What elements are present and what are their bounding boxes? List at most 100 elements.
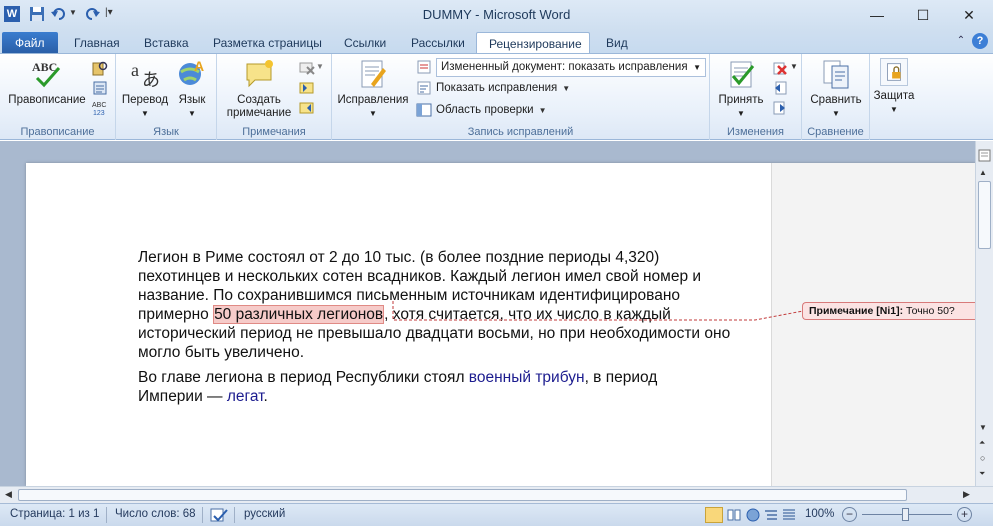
- horizontal-scroll-thumb[interactable]: [18, 489, 907, 501]
- p2-line-2-pre: Империи —: [138, 388, 227, 405]
- translate-label: Перевод: [121, 94, 169, 106]
- outline-view-icon[interactable]: [764, 508, 778, 522]
- vertical-scroll-thumb[interactable]: [978, 181, 991, 249]
- compare-icon: [823, 60, 849, 89]
- ruler-toggle-icon[interactable]: [978, 149, 991, 162]
- translate-icon: aあ: [131, 60, 160, 90]
- svg-text:ABC: ABC: [32, 60, 57, 74]
- minimize-button[interactable]: —: [854, 0, 900, 30]
- group-label-language: Язык: [153, 126, 179, 138]
- proofing-icon[interactable]: [210, 508, 228, 522]
- tab-page-layout[interactable]: Разметка страницы: [201, 32, 334, 53]
- web-layout-icon[interactable]: [746, 508, 760, 522]
- language-status[interactable]: русский: [244, 508, 285, 520]
- comment-label: Примечание [Ni1]:: [809, 305, 904, 317]
- print-layout-view-icon[interactable]: [705, 507, 723, 523]
- reject-icon[interactable]: [772, 60, 788, 76]
- tab-file[interactable]: Файл: [2, 32, 58, 53]
- group-spelling: ABC Правописание ABC 123 Правописание: [0, 54, 116, 140]
- previous-change-icon[interactable]: [772, 80, 788, 96]
- spelling-button[interactable]: ABC Правописание: [6, 58, 88, 107]
- language-label: Язык: [178, 94, 206, 106]
- language-button[interactable]: A Язык ▼: [170, 58, 214, 120]
- track-changes-label: Исправления: [337, 94, 409, 106]
- ribbon: ABC Правописание ABC 123 Правописание aあ …: [0, 53, 993, 140]
- reviewing-pane-label: Область проверки: [436, 104, 534, 116]
- display-for-review-row: Измененный документ: показать исправлени…: [416, 57, 706, 77]
- display-for-review-select[interactable]: Измененный документ: показать исправлени…: [436, 57, 706, 77]
- p2-line-1-pre: Во главе легиона в период Республики сто…: [138, 369, 469, 386]
- comment-balloon[interactable]: Примечание [Ni1]: Точно 50?: [802, 302, 975, 320]
- tab-home[interactable]: Главная: [62, 32, 132, 53]
- group-tracking: Исправления ▼ Измененный документ: показа…: [332, 54, 710, 140]
- delete-comment-icon[interactable]: [299, 60, 315, 76]
- next-change-icon[interactable]: [772, 100, 788, 116]
- scroll-up-icon[interactable]: ▲: [979, 168, 987, 177]
- group-label-spelling: Правописание: [20, 126, 95, 138]
- protect-dropdown-icon: ▼: [890, 105, 898, 114]
- next-comment-icon[interactable]: [299, 100, 315, 116]
- commented-text-highlight[interactable]: 50 различных легионов: [213, 305, 385, 324]
- legate-link[interactable]: легат: [227, 388, 264, 405]
- scroll-down-icon[interactable]: ▼: [979, 423, 987, 432]
- next-page-icon[interactable]: ⏷: [979, 469, 985, 479]
- draft-view-icon[interactable]: [782, 508, 796, 522]
- spelling-label: Правописание: [8, 94, 86, 106]
- zoom-out-icon[interactable]: −: [842, 507, 857, 522]
- svg-text:123: 123: [93, 110, 105, 116]
- group-protect: Защита ▼: [870, 54, 920, 140]
- close-button[interactable]: ✕: [946, 0, 992, 30]
- show-markup-button[interactable]: Показать исправления ▼: [416, 78, 570, 98]
- track-changes-button[interactable]: Исправления ▼: [336, 58, 410, 120]
- scroll-right-icon[interactable]: ▶: [963, 489, 970, 500]
- accept-dropdown-icon: ▼: [737, 109, 745, 118]
- thesaurus-icon[interactable]: [92, 80, 108, 96]
- status-divider: [234, 507, 235, 523]
- zoom-level[interactable]: 100%: [805, 508, 834, 520]
- previous-comment-icon[interactable]: [299, 80, 315, 96]
- tab-view[interactable]: Вид: [594, 32, 640, 53]
- group-label-compare: Сравнение: [807, 126, 864, 138]
- word-count-icon[interactable]: ABC123: [92, 100, 108, 116]
- reject-dropdown-icon[interactable]: ▼: [790, 62, 798, 71]
- compare-button[interactable]: Сравнить ▼: [806, 58, 866, 120]
- new-comment-icon: [246, 60, 273, 88]
- chevron-up-icon[interactable]: ⌃: [953, 33, 969, 49]
- maximize-button[interactable]: ☐: [900, 0, 946, 30]
- zoom-slider-thumb[interactable]: [902, 508, 909, 521]
- tab-review[interactable]: Рецензирование: [476, 32, 590, 53]
- p1-line-6: могло быть увеличено.: [138, 344, 305, 361]
- browse-object-icon[interactable]: ○: [980, 453, 985, 463]
- tab-insert[interactable]: Вставка: [132, 32, 201, 53]
- compare-label: Сравнить: [810, 94, 862, 106]
- document-body[interactable]: Легион в Риме состоял от 2 до 10 тыс. (в…: [138, 248, 788, 406]
- previous-page-icon[interactable]: ⏶: [979, 438, 985, 448]
- reviewing-pane-button[interactable]: Область проверки ▼: [416, 100, 547, 120]
- tab-mailings[interactable]: Рассылки: [399, 32, 477, 53]
- accept-button[interactable]: Принять ▼: [714, 58, 768, 120]
- military-tribune-link[interactable]: военный трибун: [469, 369, 585, 386]
- word-count[interactable]: Число слов: 68: [115, 508, 196, 520]
- group-label-comments: Примечания: [242, 126, 306, 138]
- p2-line-1-post: , в период: [584, 369, 658, 386]
- horizontal-scrollbar[interactable]: ◀ ▶: [0, 486, 993, 503]
- zoom-in-icon[interactable]: +: [957, 507, 972, 522]
- research-icon[interactable]: [92, 60, 108, 76]
- protect-button[interactable]: Защита ▼: [872, 58, 916, 116]
- help-icon[interactable]: ?: [972, 33, 988, 49]
- accept-label: Принять: [718, 94, 764, 106]
- vertical-scrollbar[interactable]: ▲ ▼ ⏶ ○ ⏷: [975, 141, 993, 486]
- p1-line-5: исторический период не превышало двадцат…: [138, 325, 731, 342]
- new-comment-button[interactable]: Создать примечание: [221, 58, 297, 120]
- delete-comment-dropdown-icon[interactable]: ▼: [316, 62, 324, 71]
- tab-references[interactable]: Ссылки: [332, 32, 398, 53]
- full-screen-reading-icon[interactable]: [727, 509, 741, 521]
- page-count[interactable]: Страница: 1 из 1: [10, 508, 99, 520]
- status-bar: Страница: 1 из 1 Число слов: 68 русский …: [0, 503, 993, 526]
- reviewing-pane-dropdown-icon: ▼: [538, 105, 547, 115]
- paragraph-2[interactable]: Во главе легиона в период Республики сто…: [138, 368, 788, 406]
- language-icon: A: [179, 58, 204, 85]
- reviewing-pane-icon: [416, 103, 432, 117]
- scroll-left-icon[interactable]: ◀: [5, 489, 12, 500]
- translate-button[interactable]: aあ Перевод ▼: [120, 58, 170, 120]
